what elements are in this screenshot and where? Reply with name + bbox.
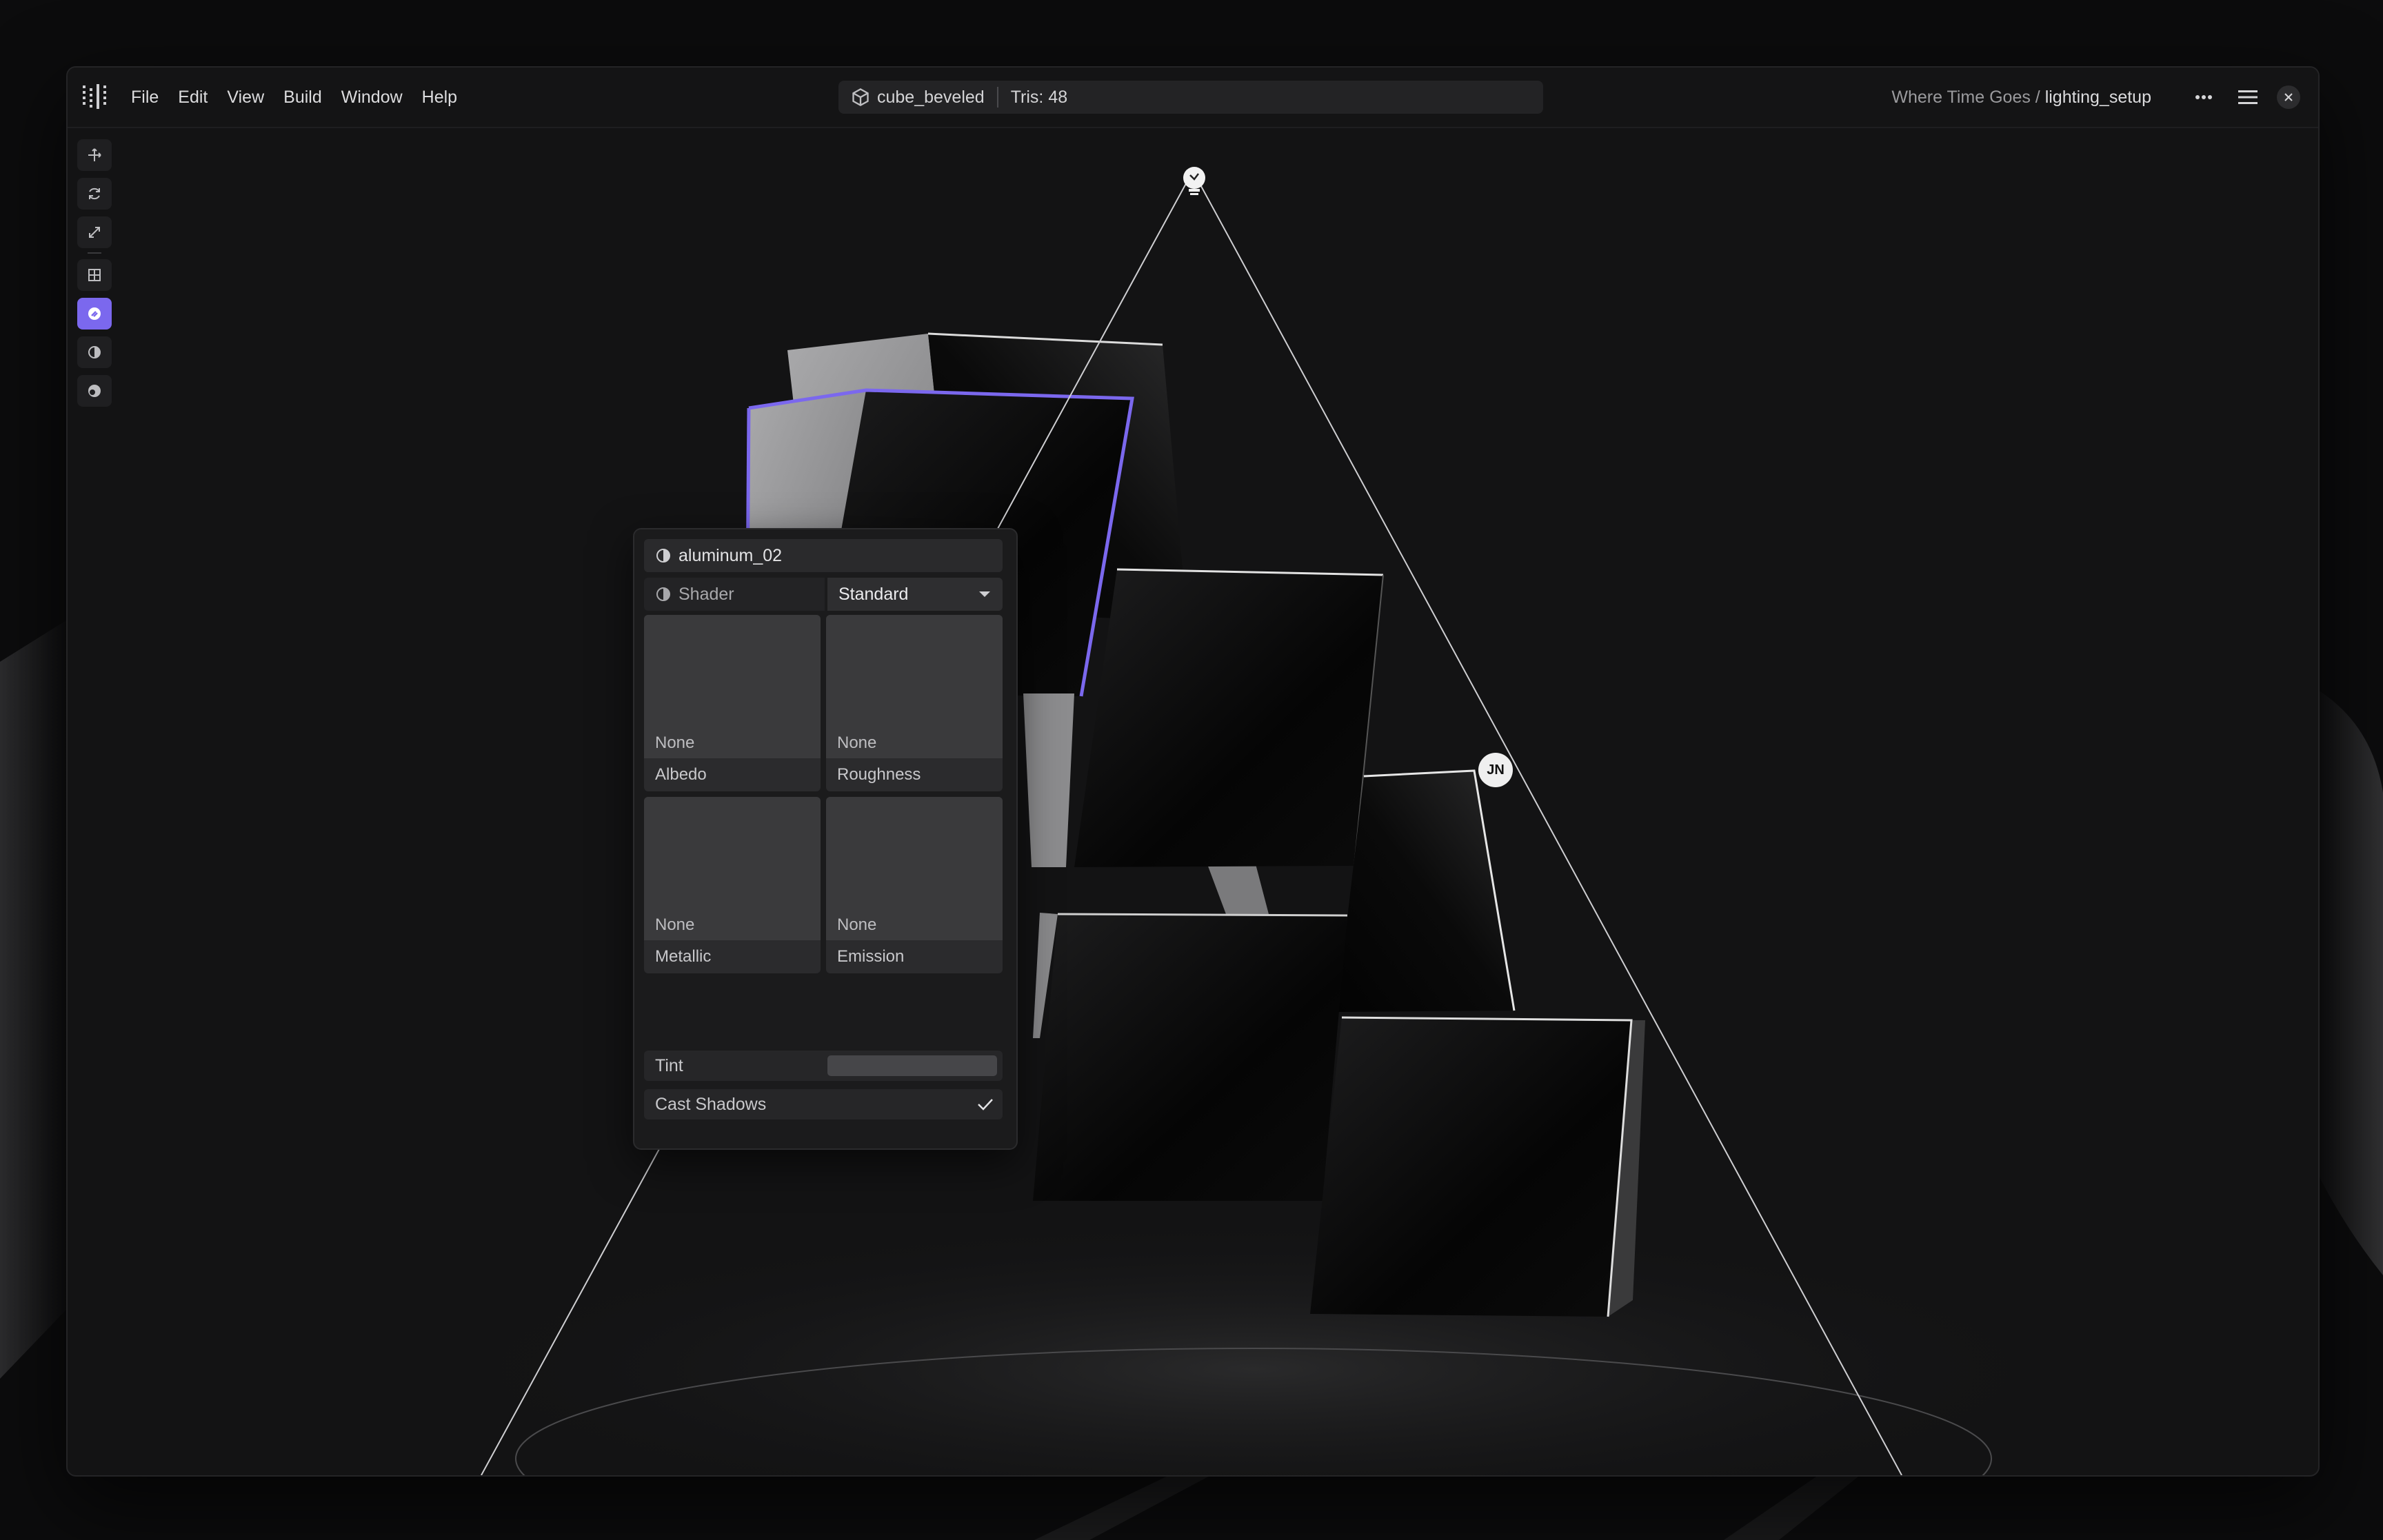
- title-right-controls: Where Time Goes / lighting_setup: [1891, 68, 2300, 127]
- cube-icon: [852, 88, 869, 107]
- material-panel: aluminum_02 Shader Standard None Albedo …: [633, 528, 1018, 1150]
- scale-icon: [89, 227, 100, 238]
- tool-shading[interactable]: [77, 375, 112, 407]
- tool-paint[interactable]: [77, 298, 112, 330]
- texture-value: None: [837, 915, 877, 934]
- tool-grid[interactable]: [77, 259, 112, 291]
- cube-lower-left[interactable]: [1033, 913, 1348, 1201]
- texture-slot-emission[interactable]: None Emission: [826, 797, 1003, 973]
- menu-edit[interactable]: Edit: [178, 88, 208, 108]
- shader-label: Shader: [678, 584, 734, 604]
- field-divider: [996, 87, 998, 108]
- menu-view[interactable]: View: [227, 88, 264, 108]
- texture-slot-label: Metallic: [655, 947, 712, 966]
- menu-window[interactable]: Window: [341, 88, 403, 108]
- texture-slot-albedo[interactable]: None Albedo: [644, 615, 821, 791]
- move-icon: [88, 148, 101, 161]
- floor-shadow: [426, 1217, 2081, 1475]
- tint-label: Tint: [655, 1055, 683, 1075]
- paint-icon: [88, 307, 101, 320]
- ellipsis-icon: [2195, 95, 2212, 99]
- texture-slot-label: Albedo: [655, 765, 707, 784]
- menu-file[interactable]: File: [131, 88, 159, 108]
- menu-help[interactable]: Help: [422, 88, 457, 108]
- more-options-button[interactable]: [2189, 82, 2219, 112]
- title-bar: File Edit View Build Window Help cube_be…: [68, 68, 2318, 128]
- shader-icon: [656, 587, 670, 601]
- texture-value: None: [837, 733, 877, 752]
- tool-move[interactable]: [77, 139, 112, 171]
- cube-lower-right[interactable]: [1310, 1016, 1645, 1317]
- object-name: cube_beveled: [877, 87, 985, 107]
- hamburger-menu-button[interactable]: [2233, 82, 2263, 112]
- material-name-field[interactable]: aluminum_02: [644, 539, 1003, 572]
- rotate-icon: [89, 188, 100, 200]
- app-logo-icon[interactable]: [81, 83, 109, 110]
- chevron-down-icon: [979, 591, 990, 597]
- texture-slot-label: Roughness: [837, 765, 921, 784]
- shader-label-cell: Shader: [644, 578, 825, 611]
- checkmark-icon: [978, 1099, 993, 1111]
- hamburger-icon: [2238, 90, 2258, 104]
- breadcrumb-project[interactable]: Where Time Goes /: [1891, 88, 2044, 107]
- light-bulb-icon[interactable]: [1180, 165, 1208, 200]
- material-icon: [88, 346, 101, 358]
- 3d-viewport[interactable]: [68, 128, 2318, 1475]
- cube-middle[interactable]: [1074, 568, 1384, 867]
- collaborator-avatar[interactable]: JN: [1478, 753, 1513, 787]
- menu-build[interactable]: Build: [283, 88, 322, 108]
- close-window-button[interactable]: [2277, 85, 2300, 109]
- breadcrumb: Where Time Goes / lighting_setup: [1891, 88, 2151, 108]
- cast-shadows-label: Cast Shadows: [655, 1094, 767, 1114]
- tool-rotate[interactable]: [77, 178, 112, 210]
- cast-shadows-row: Cast Shadows: [644, 1089, 1003, 1119]
- texture-slot-label: Emission: [837, 947, 905, 966]
- close-icon: [2284, 93, 2293, 101]
- tint-row: Tint: [644, 1051, 1003, 1081]
- triangle-count: Tris: 48: [1010, 87, 1068, 107]
- shading-icon: [88, 385, 101, 397]
- grid-icon: [88, 269, 101, 281]
- toolbar-divider: [88, 252, 101, 254]
- tint-color-swatch[interactable]: [827, 1055, 997, 1076]
- texture-slots-grid: None Albedo None Roughness None Metallic…: [644, 615, 1003, 973]
- shader-dropdown[interactable]: Standard: [827, 578, 1003, 611]
- texture-slot-roughness[interactable]: None Roughness: [826, 615, 1003, 791]
- material-name: aluminum_02: [678, 545, 783, 565]
- app-window: File Edit View Build Window Help cube_be…: [66, 66, 2320, 1477]
- tool-scale[interactable]: [77, 216, 112, 248]
- tool-bar: [77, 139, 112, 414]
- menu-bar: File Edit View Build Window Help: [131, 68, 457, 127]
- cast-shadows-checkbox[interactable]: [975, 1094, 996, 1115]
- texture-value: None: [655, 915, 695, 934]
- shader-row: Shader Standard: [644, 578, 1003, 611]
- object-info-field[interactable]: cube_beveled Tris: 48: [838, 81, 1543, 114]
- texture-value: None: [655, 733, 695, 752]
- texture-slot-metallic[interactable]: None Metallic: [644, 797, 821, 973]
- material-icon: [656, 549, 670, 563]
- breadcrumb-scene[interactable]: lighting_setup: [2045, 88, 2151, 107]
- cube-right[interactable]: [1336, 769, 1516, 1012]
- tool-material[interactable]: [77, 336, 112, 368]
- cube-side-shard: [1023, 693, 1074, 867]
- shader-value: Standard: [838, 584, 909, 604]
